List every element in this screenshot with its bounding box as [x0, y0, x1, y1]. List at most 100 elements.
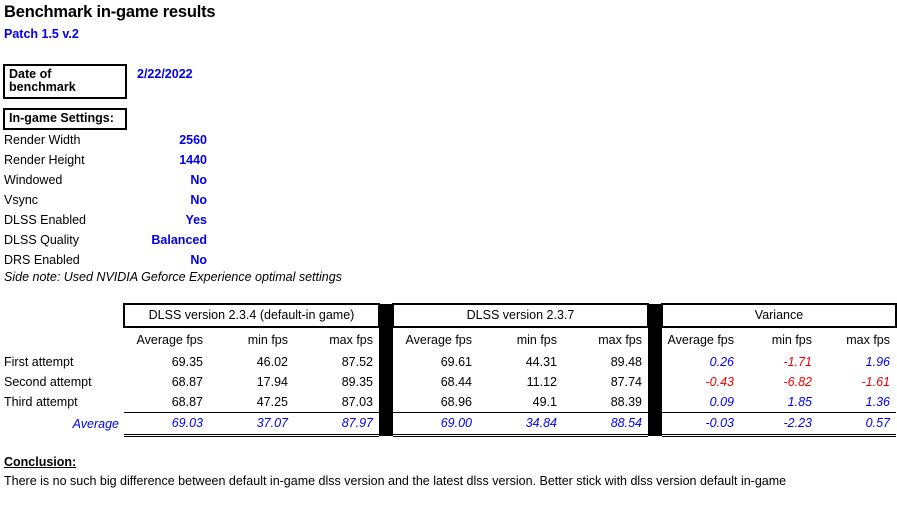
group-separator-1	[379, 327, 393, 352]
setting-row-dlss-enabled: DLSS Enabled Yes	[0, 210, 212, 230]
group-separator-1	[379, 392, 393, 413]
group-separator-2	[648, 327, 662, 352]
setting-value: No	[190, 193, 207, 207]
cell-variance-max-2: -1.61	[861, 375, 891, 389]
setting-row-dlss-quality: DLSS Quality Balanced	[0, 230, 212, 250]
cell-dlss234-avg-2: 68.87	[171, 375, 203, 389]
cell-dlss234-min-3: 47.25	[256, 395, 288, 409]
table-group-title-row: DLSS version 2.3.4 (default-in game) DLS…	[0, 303, 897, 328]
table-average-row: Average 69.03 37.07 87.97 69.00 34.84 88…	[0, 412, 896, 437]
cell-dlss234-min-avg: 37.07	[209, 412, 294, 437]
page-title: Benchmark in-game results	[4, 3, 216, 21]
col-header-min-fps-g1: min fps	[247, 333, 288, 347]
cell-variance-min-1: -1.71	[783, 355, 813, 369]
cell-dlss234-min-1: 46.02	[256, 355, 288, 369]
group-separator-2	[648, 372, 662, 392]
group-separator-2	[648, 352, 662, 372]
setting-value: Yes	[185, 213, 207, 227]
date-of-benchmark-value: 2/22/2022	[137, 67, 193, 81]
cell-dlss237-avg-2: 68.44	[440, 375, 472, 389]
cell-variance-min-2: -6.82	[783, 375, 813, 389]
cell-variance-max-1: 1.96	[865, 355, 890, 369]
cell-variance-avg-2: -0.43	[705, 375, 735, 389]
table-row: Second attempt 68.87 17.94 89.35 68.44 1…	[0, 372, 896, 392]
group-separator-2	[648, 392, 662, 413]
cell-dlss234-min-2: 17.94	[256, 375, 288, 389]
patch-subtitle: Patch 1.5 v.2	[4, 27, 79, 41]
setting-value: No	[190, 173, 207, 187]
setting-label: DLSS Enabled	[4, 213, 87, 227]
row-label-third-attempt: Third attempt	[4, 395, 78, 410]
cell-dlss237-avg-avg: 69.00	[393, 412, 478, 437]
setting-label: DLSS Quality	[4, 233, 80, 247]
cell-variance-max-avg: 0.57	[818, 412, 896, 437]
setting-label: Render Height	[4, 153, 85, 167]
cell-dlss237-min-2: 11.12	[526, 375, 557, 389]
in-game-settings-heading: In-game Settings:	[3, 108, 127, 131]
setting-row-windowed: Windowed No	[0, 170, 212, 190]
group-separator-1	[379, 372, 393, 392]
cell-dlss234-max-3: 87.03	[341, 395, 373, 409]
spacer-cell	[0, 304, 124, 327]
date-of-benchmark-label: Date of benchmark	[3, 64, 127, 100]
setting-row-vsync: Vsync No	[0, 190, 212, 210]
setting-row-render-height: Render Height 1440	[0, 150, 212, 170]
cell-dlss237-avg-1: 69.61	[440, 355, 472, 369]
cell-dlss237-max-3: 88.39	[610, 395, 642, 409]
col-header-min-fps-g2: min fps	[516, 333, 557, 347]
cell-dlss237-min-avg: 34.84	[478, 412, 563, 437]
setting-value: 1440	[179, 153, 207, 167]
row-label-first-attempt: First attempt	[4, 355, 74, 369]
cell-dlss237-min-1: 44.31	[525, 355, 557, 369]
setting-label: Vsync	[4, 193, 39, 207]
spacer-cell	[0, 327, 124, 352]
table-row: Third attempt 68.87 47.25 87.03 68.96 49…	[0, 392, 896, 413]
cell-dlss237-max-avg: 88.54	[563, 412, 648, 437]
col-header-min-fps-g3: min fps	[771, 333, 812, 347]
col-header-max-fps-g2: max fps	[598, 333, 642, 347]
setting-row-drs-enabled: DRS Enabled No	[0, 250, 212, 270]
settings-list: Render Width 2560 Render Height 1440 Win…	[0, 130, 212, 270]
table-column-header-row: Average fps min fps max fps Average fps …	[0, 327, 896, 352]
col-header-max-fps-g1: max fps	[329, 333, 373, 347]
cell-dlss237-max-1: 89.48	[610, 355, 642, 369]
cell-dlss237-max-2: 87.74	[610, 375, 642, 389]
group-title-dlss-234: DLSS version 2.3.4 (default-in game)	[123, 303, 380, 328]
group-separator-2	[648, 412, 662, 436]
cell-dlss234-max-1: 87.52	[341, 355, 373, 369]
conclusion-text: There is no such big difference between …	[4, 474, 787, 488]
group-separator-2	[648, 304, 662, 327]
cell-variance-avg-avg: -0.03	[662, 412, 740, 437]
cell-variance-avg-3: 0.09	[709, 395, 734, 409]
setting-value: Balanced	[151, 233, 207, 247]
setting-label: DRS Enabled	[4, 253, 80, 267]
cell-dlss234-avg-avg: 69.03	[124, 412, 209, 437]
cell-variance-max-3: 1.36	[865, 395, 890, 409]
group-title-variance: Variance	[661, 303, 897, 328]
col-header-avg-fps-g3: Average fps	[667, 333, 734, 347]
group-title-dlss-237: DLSS version 2.3.7	[392, 303, 649, 328]
cell-dlss234-avg-3: 68.87	[171, 395, 203, 409]
setting-label: Windowed	[4, 173, 63, 187]
setting-value: No	[190, 253, 207, 267]
cell-variance-avg-1: 0.26	[709, 355, 734, 369]
cell-dlss237-min-3: 49.1	[532, 395, 557, 409]
group-separator-1	[379, 412, 393, 436]
cell-variance-min-3: 1.85	[787, 395, 812, 409]
group-separator-1	[379, 304, 393, 327]
col-header-avg-fps-g2: Average fps	[405, 333, 472, 347]
row-label-second-attempt: Second attempt	[4, 375, 92, 389]
cell-dlss234-max-avg: 87.97	[294, 412, 379, 437]
setting-value: 2560	[179, 133, 207, 147]
group-separator-1	[379, 352, 393, 372]
cell-dlss234-max-2: 89.35	[341, 375, 373, 389]
table-row: First attempt 69.35 46.02 87.52 69.61 44…	[0, 352, 896, 372]
setting-row-render-width: Render Width 2560	[0, 130, 212, 150]
settings-side-note: Side note: Used NVIDIA Geforce Experienc…	[4, 270, 342, 284]
col-header-max-fps-g3: max fps	[846, 333, 890, 347]
cell-variance-min-avg: -2.23	[740, 412, 818, 437]
setting-label: Render Width	[4, 133, 81, 147]
col-header-avg-fps-g1: Average fps	[136, 333, 203, 347]
benchmark-results-table: DLSS version 2.3.4 (default-in game) DLS…	[0, 303, 897, 437]
conclusion-heading: Conclusion:	[4, 455, 77, 469]
